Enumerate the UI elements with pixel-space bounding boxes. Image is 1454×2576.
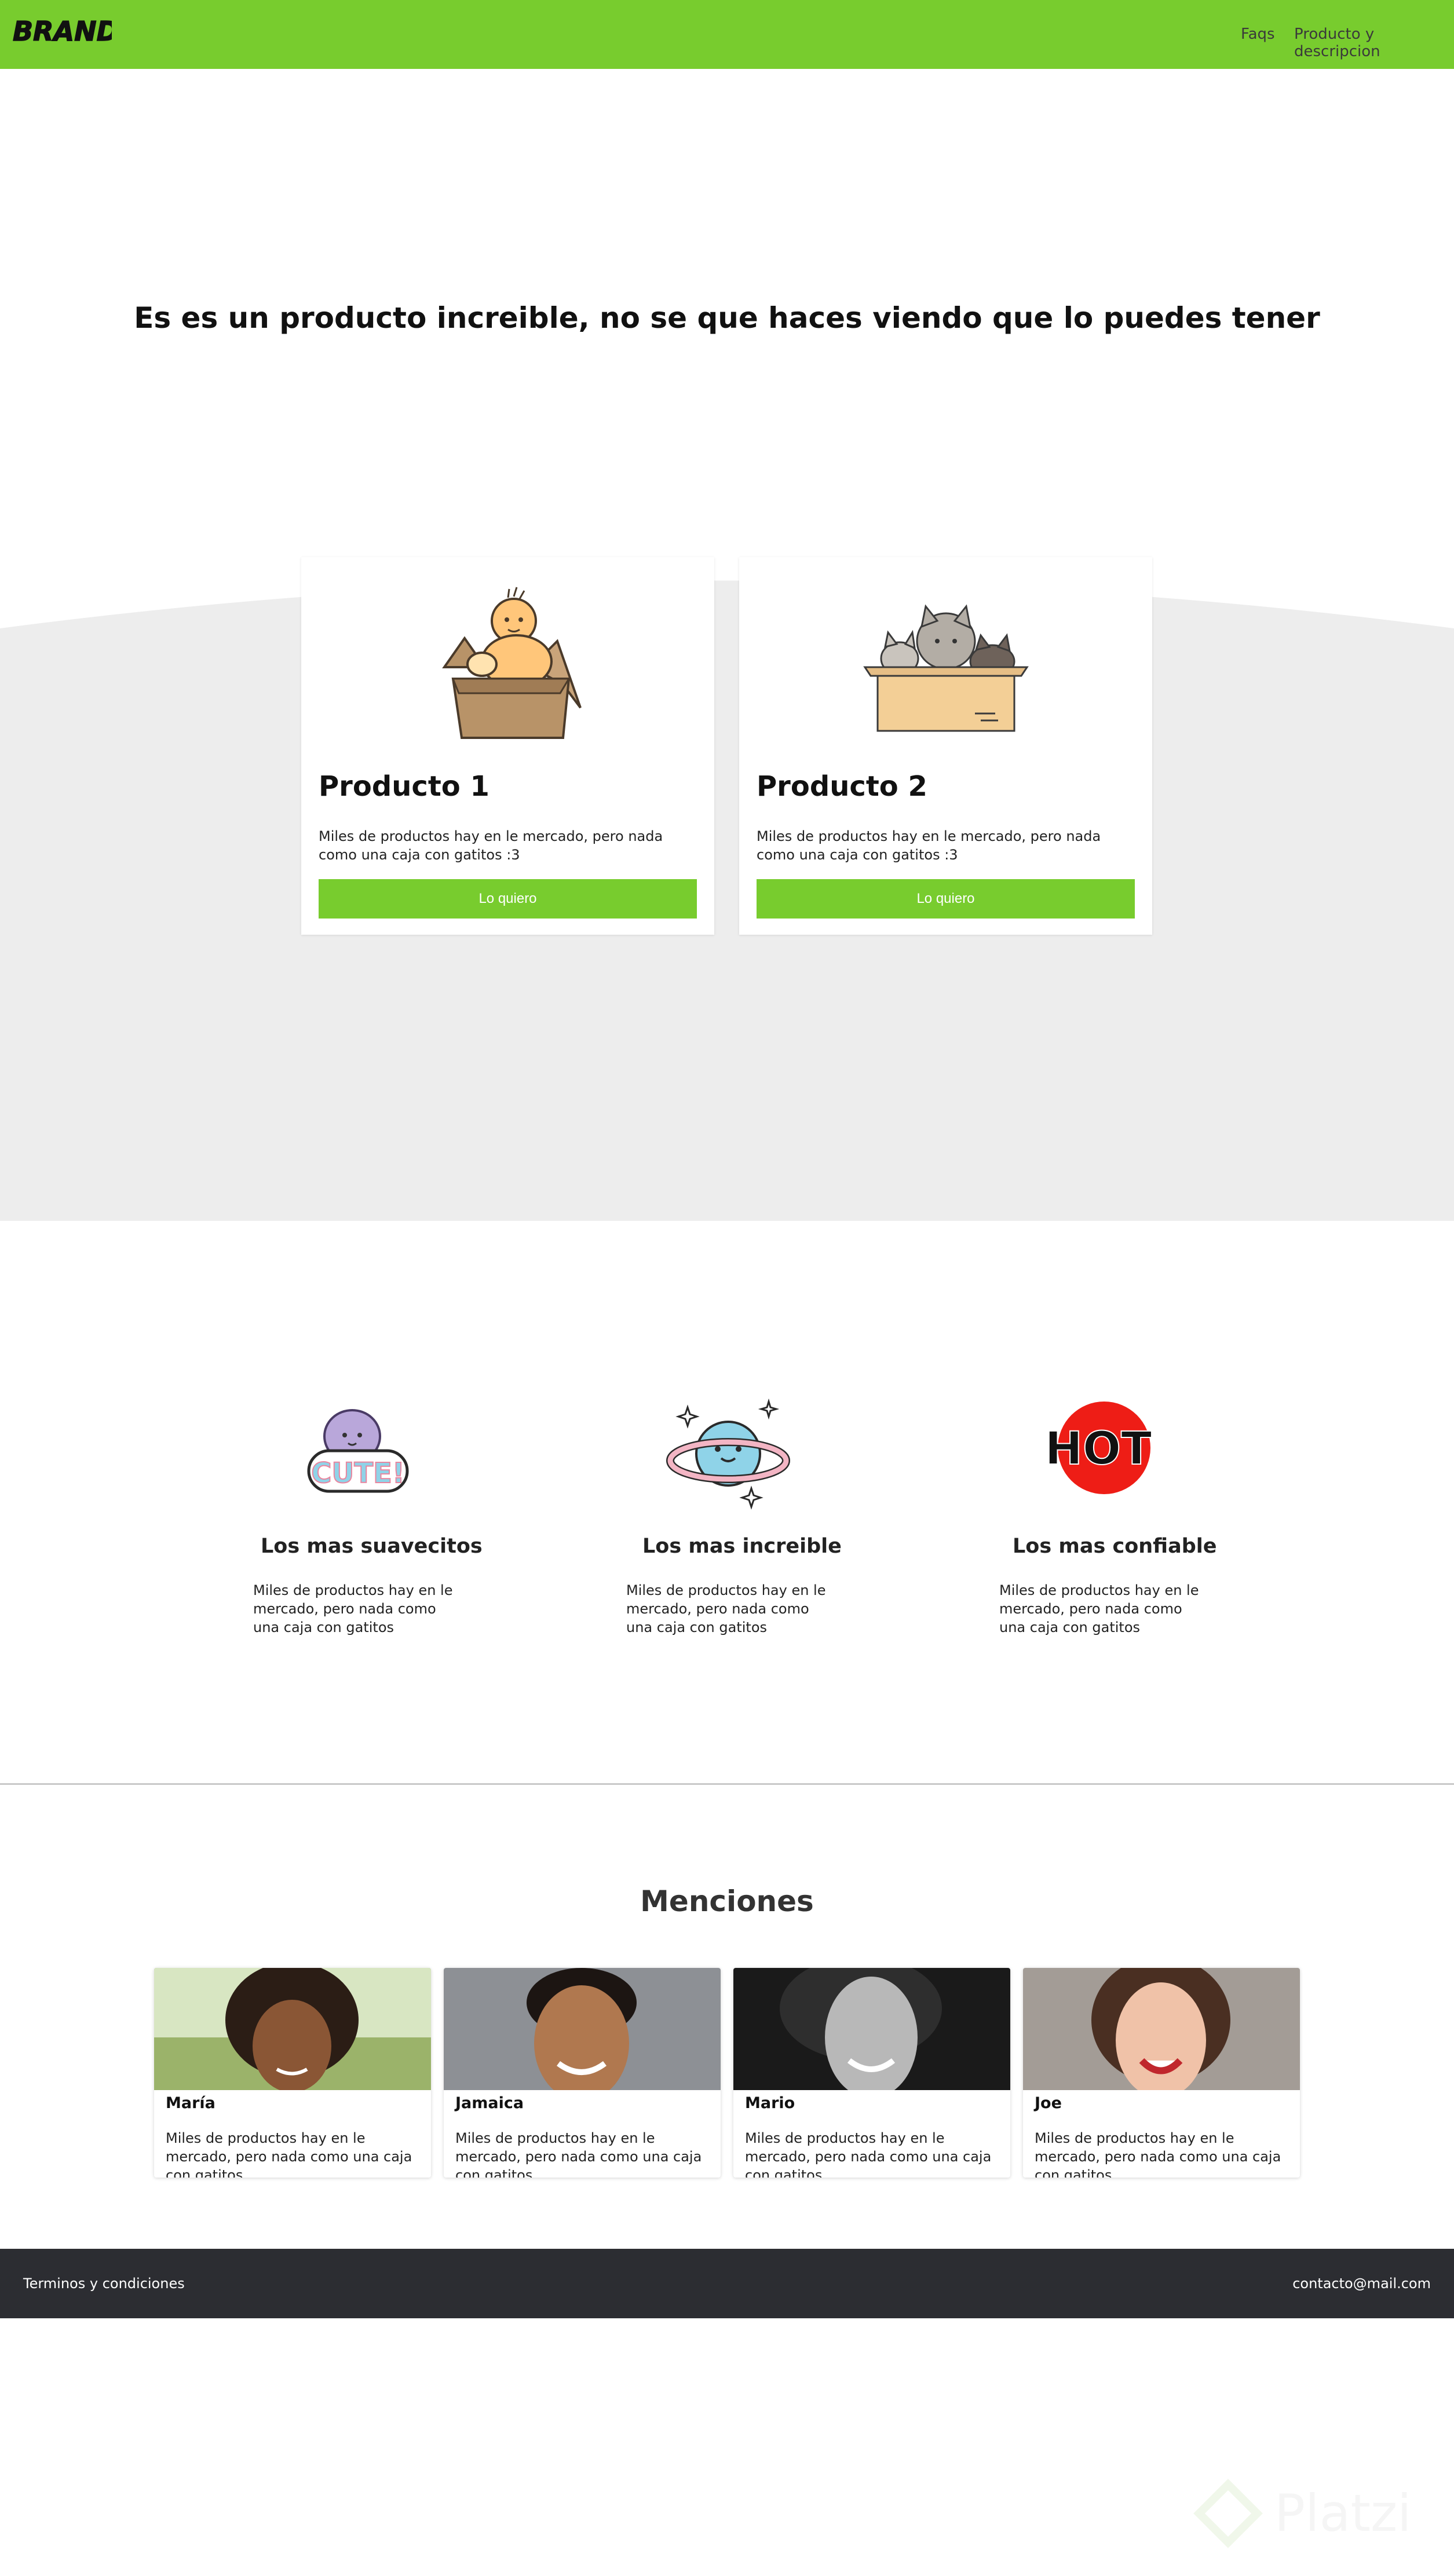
mention-card-jamaica: Jamaica Miles de productos hay en le mer… xyxy=(444,1968,721,2178)
mentions-title: Menciones xyxy=(640,1885,814,1918)
mention-name: María xyxy=(166,2094,215,2112)
platzi-watermark: Platzi xyxy=(1193,2479,1412,2548)
product-description: Miles de productos hay en le mercado, pe… xyxy=(319,828,663,863)
products-section-background xyxy=(0,580,1454,1221)
product-title: Producto 1 xyxy=(319,770,489,803)
feature-title: Los mas confiable xyxy=(1013,1535,1217,1558)
footer: Terminos y condiciones contacto@mail.com xyxy=(0,2249,1454,2318)
feature-increible: Los mas increible Miles de productos hay… xyxy=(607,1396,850,1635)
product-description: Miles de productos hay en le mercado, pe… xyxy=(757,828,1101,863)
hot-sticker-icon: HOT xyxy=(980,1396,1223,1512)
planet-sticker-icon xyxy=(607,1396,850,1512)
mention-text: Miles de productos hay en le mercado, pe… xyxy=(745,2130,992,2178)
jamaica-photo xyxy=(444,1968,721,2090)
nav-link-faqs[interactable]: Faqs xyxy=(1241,25,1275,43)
contact-email-link[interactable]: contacto@mail.com xyxy=(1292,2275,1431,2292)
feature-description: Miles de productos hay en le mercado, pe… xyxy=(253,1582,453,1635)
section-divider xyxy=(0,1783,1454,1785)
feature-description: Miles de productos hay en le mercado, pe… xyxy=(626,1582,826,1635)
mention-text: Miles de productos hay en le mercado, pe… xyxy=(1035,2130,1281,2178)
mention-card-joe: Joe Miles de productos hay en le mercado… xyxy=(1023,1968,1300,2178)
mention-name: Mario xyxy=(745,2094,795,2112)
product-title: Producto 2 xyxy=(757,770,927,803)
mention-card-mario: Mario Miles de productos hay en le merca… xyxy=(733,1968,1010,2178)
hero-title: Es es un producto increible, no se que h… xyxy=(134,301,1320,335)
mario-photo xyxy=(733,1968,1010,2090)
navbar: BRAND Faqs Producto y descripcion xyxy=(0,0,1454,69)
mention-text: Miles de productos hay en le mercado, pe… xyxy=(455,2130,702,2178)
feature-title: Los mas increible xyxy=(642,1535,842,1558)
maria-photo xyxy=(154,1968,431,2090)
terms-link[interactable]: Terminos y condiciones xyxy=(23,2275,185,2292)
lo-quiero-button-1[interactable]: Lo quiero xyxy=(319,879,697,919)
product-card-2: Producto 2 Miles de productos hay en le … xyxy=(739,557,1152,935)
svg-text:HOT: HOT xyxy=(1045,1423,1152,1475)
mention-text: Miles de productos hay en le mercado, pe… xyxy=(166,2130,412,2178)
svg-text:CUTE!: CUTE! xyxy=(311,1457,405,1490)
joe-photo xyxy=(1023,1968,1300,2090)
mention-name: Joe xyxy=(1035,2094,1062,2112)
baby-in-box-illustration xyxy=(301,575,714,742)
feature-description: Miles de productos hay en le mercado, pe… xyxy=(999,1582,1199,1635)
cats-in-box-illustration xyxy=(739,575,1152,742)
feature-title: Los mas suavecitos xyxy=(261,1535,483,1558)
product-card-1: Producto 1 Miles de productos hay en le … xyxy=(301,557,714,935)
nav-link-producto[interactable]: Producto y descripcion xyxy=(1294,25,1454,60)
cute-sticker-icon: CUTE! xyxy=(233,1396,477,1512)
brand-logo[interactable]: BRAND xyxy=(10,10,112,51)
svg-text:Platzi: Platzi xyxy=(1274,2483,1412,2543)
lo-quiero-button-2[interactable]: Lo quiero xyxy=(757,879,1135,919)
svg-text:BRAND: BRAND xyxy=(13,16,112,47)
feature-confiable: HOT Los mas confiable Miles de productos… xyxy=(980,1396,1223,1635)
feature-suavecitos: CUTE! Los mas suavecitos Miles de produc… xyxy=(233,1396,483,1635)
mention-card-maria: María Miles de productos hay en le merca… xyxy=(154,1968,431,2178)
mention-name: Jamaica xyxy=(455,2094,524,2112)
